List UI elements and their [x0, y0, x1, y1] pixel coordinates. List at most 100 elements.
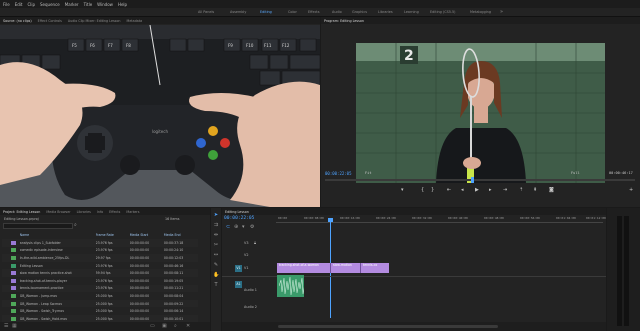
tab-info[interactable]: Info	[97, 210, 103, 214]
playhead-icon[interactable]	[471, 177, 474, 183]
program-timecode[interactable]: 00:00:22:05	[325, 171, 352, 176]
video-clip[interactable]: tennis-co	[360, 263, 389, 273]
export-frame-icon[interactable]: ◙	[549, 187, 554, 193]
program-title[interactable]: Program: Editing Lesson	[324, 19, 364, 23]
workspace-graphics[interactable]: Graphics	[352, 10, 367, 14]
audio-clip[interactable]	[277, 275, 304, 297]
video-clip[interactable]: tracking-shot-of-a-woman	[277, 263, 330, 273]
timeline-settings-icon[interactable]: ⚙	[250, 224, 254, 230]
extract-icon[interactable]: ⇞	[533, 187, 537, 193]
tab-metadata[interactable]: Metadata	[127, 19, 143, 23]
razor-tool-icon[interactable]: ✂	[213, 242, 219, 248]
column-media-end[interactable]: Media End	[164, 233, 198, 237]
project-search-input[interactable]	[3, 223, 73, 229]
add-marker-tl-icon[interactable]: ▾	[242, 224, 245, 230]
icon-view-icon[interactable]: ▦	[12, 323, 17, 329]
zoom-select[interactable]: Fit	[365, 171, 372, 175]
workspace-metalogging[interactable]: Metalogging	[470, 10, 491, 14]
snap-icon[interactable]: ⊂	[226, 224, 230, 230]
tab-libraries[interactable]: Libraries	[77, 210, 91, 214]
go-to-out-icon[interactable]: ⇥	[503, 187, 507, 193]
hand-tool-icon[interactable]: ✋	[213, 272, 219, 278]
column-media-start[interactable]: Media Start	[130, 233, 164, 237]
linked-selection-icon[interactable]: ⊕	[234, 224, 238, 230]
new-item-icon[interactable]: ▣	[162, 323, 167, 329]
tools-panel: ➤ ⇉ ⇹ ✂ ↔ ✎ ✋ T	[211, 208, 221, 331]
project-item[interactable]: comedic episode-interview 23.976 fps 00:00…	[2, 247, 198, 255]
more-workspaces-icon[interactable]: »	[500, 9, 503, 15]
project-item[interactable]: tracking-shot-of-tennis-player 23.976 fps…	[2, 277, 198, 285]
tab-project[interactable]: Project: Editing Lesson	[3, 210, 40, 214]
project-item[interactable]: tennis-tournament-practice 23.976 fps 00:0…	[2, 284, 198, 293]
menu-clip[interactable]: Clip	[27, 2, 35, 7]
timeline-scrollbar-thumb[interactable]	[278, 325, 498, 328]
timeline-scroll-zoom-bar[interactable]	[222, 322, 606, 331]
menu-help[interactable]: Help	[118, 2, 127, 7]
pen-tool-icon[interactable]: ✎	[213, 262, 219, 268]
tab-effects[interactable]: Effects	[109, 210, 120, 214]
step-back-icon[interactable]: ◂	[461, 187, 464, 193]
source-patch-v1[interactable]: V1	[235, 265, 242, 272]
source-patch-a1[interactable]: A1	[235, 281, 242, 288]
workspace-libraries[interactable]: Libraries	[378, 10, 393, 14]
resolution-select[interactable]: Full	[571, 171, 580, 175]
lift-icon[interactable]: ⇡	[519, 187, 523, 193]
column-name[interactable]: Name	[20, 233, 96, 237]
tab-source[interactable]: Source: (no clips)	[3, 19, 32, 23]
lock-icon[interactable]: 🔒︎	[254, 240, 256, 245]
item-media-end: 00:00:37:18	[163, 240, 184, 245]
mark-out-icon[interactable]: }	[431, 187, 434, 193]
project-item[interactable]: GB_Woman - Leap Sw.mov 25.000 fps 00:00:00…	[2, 299, 198, 308]
tab-media-browser[interactable]: Media Browser	[46, 210, 70, 214]
tab-markers[interactable]: Markers	[126, 210, 139, 214]
list-view-icon[interactable]: ☰	[4, 323, 8, 329]
search-icon[interactable]: ⌕	[74, 222, 77, 228]
menu-marker[interactable]: Marker	[65, 2, 79, 7]
project-item[interactable]: In-the-wild-ambience_25fps-DL 29.97 fps 00…	[2, 254, 198, 262]
menu-sequence[interactable]: Sequence	[40, 2, 60, 7]
timeline-timecode[interactable]: 00:00:22:05	[224, 216, 254, 221]
tab-audio-clip-mixer[interactable]: Audio Clip Mixer: Editing Lesson	[68, 19, 121, 23]
menu-file[interactable]: File	[3, 2, 10, 7]
workspace-learning[interactable]: Learning	[404, 10, 419, 14]
step-forward-icon[interactable]: ▸	[489, 187, 492, 193]
clear-icon[interactable]: ✕	[186, 323, 190, 329]
tab-effect-controls[interactable]: Effect Controls	[38, 19, 62, 23]
menu-title[interactable]: Title	[84, 2, 93, 7]
workspace-effects[interactable]: Effects	[308, 10, 320, 14]
workspace-editing-cs55[interactable]: Editing (CS5.5)	[430, 10, 455, 14]
video-clip[interactable]: slow-motion	[330, 263, 360, 273]
item-frame-rate: 25.000 fps	[95, 316, 113, 321]
workspace-all-panels[interactable]: All Panels	[198, 10, 214, 14]
project-item[interactable]: GB_Woman - Swish_Try.mov 25.000 fps 00:00:…	[2, 307, 198, 315]
play-icon[interactable]: ▶	[475, 187, 479, 193]
project-item[interactable]: GB_Woman - Jump.mov 25.000 fps 00:00:00:00…	[2, 292, 198, 300]
key-label: F5	[72, 43, 77, 48]
add-marker-icon[interactable]: ▾	[401, 187, 404, 193]
program-scrub-bar[interactable]	[325, 177, 635, 183]
new-bin-icon[interactable]: ▭	[150, 323, 155, 329]
find-icon[interactable]: ⌕	[174, 323, 177, 329]
track-select-tool-icon[interactable]: ⇉	[213, 222, 219, 228]
playhead-handle-icon[interactable]	[328, 218, 333, 222]
project-item[interactable]: slow motion tennis practice-shot 59.94 fp…	[2, 269, 198, 277]
workspace-assembly[interactable]: Assembly	[230, 10, 246, 14]
ripple-edit-tool-icon[interactable]: ⇹	[213, 232, 219, 238]
project-item[interactable]: analysis clips 1_Subfolder 23.976 fps 00:0…	[2, 239, 198, 247]
menu-edit[interactable]: Edit	[15, 2, 23, 7]
workspace-audio[interactable]: Audio	[332, 10, 342, 14]
program-duration: 00:00:46:17	[609, 171, 633, 175]
column-frame-rate[interactable]: Frame Rate	[96, 233, 130, 237]
go-to-in-icon[interactable]: ⇤	[447, 187, 451, 193]
tab-sequence[interactable]: Editing Lesson	[225, 210, 249, 214]
button-editor-icon[interactable]: +	[629, 187, 633, 193]
workspace-editing[interactable]: Editing	[260, 10, 272, 14]
mark-in-icon[interactable]: {	[421, 187, 424, 193]
workspace-color[interactable]: Color	[288, 10, 297, 14]
selection-tool-icon[interactable]: ➤	[213, 212, 219, 218]
menu-window[interactable]: Window	[97, 2, 113, 7]
waveform-icon	[278, 276, 304, 296]
slip-tool-icon[interactable]: ↔	[213, 252, 219, 258]
type-tool-icon[interactable]: T	[213, 282, 219, 288]
project-item[interactable]: Editing Lesson 23.976 fps 00:00:00:00 00:00…	[2, 262, 198, 270]
